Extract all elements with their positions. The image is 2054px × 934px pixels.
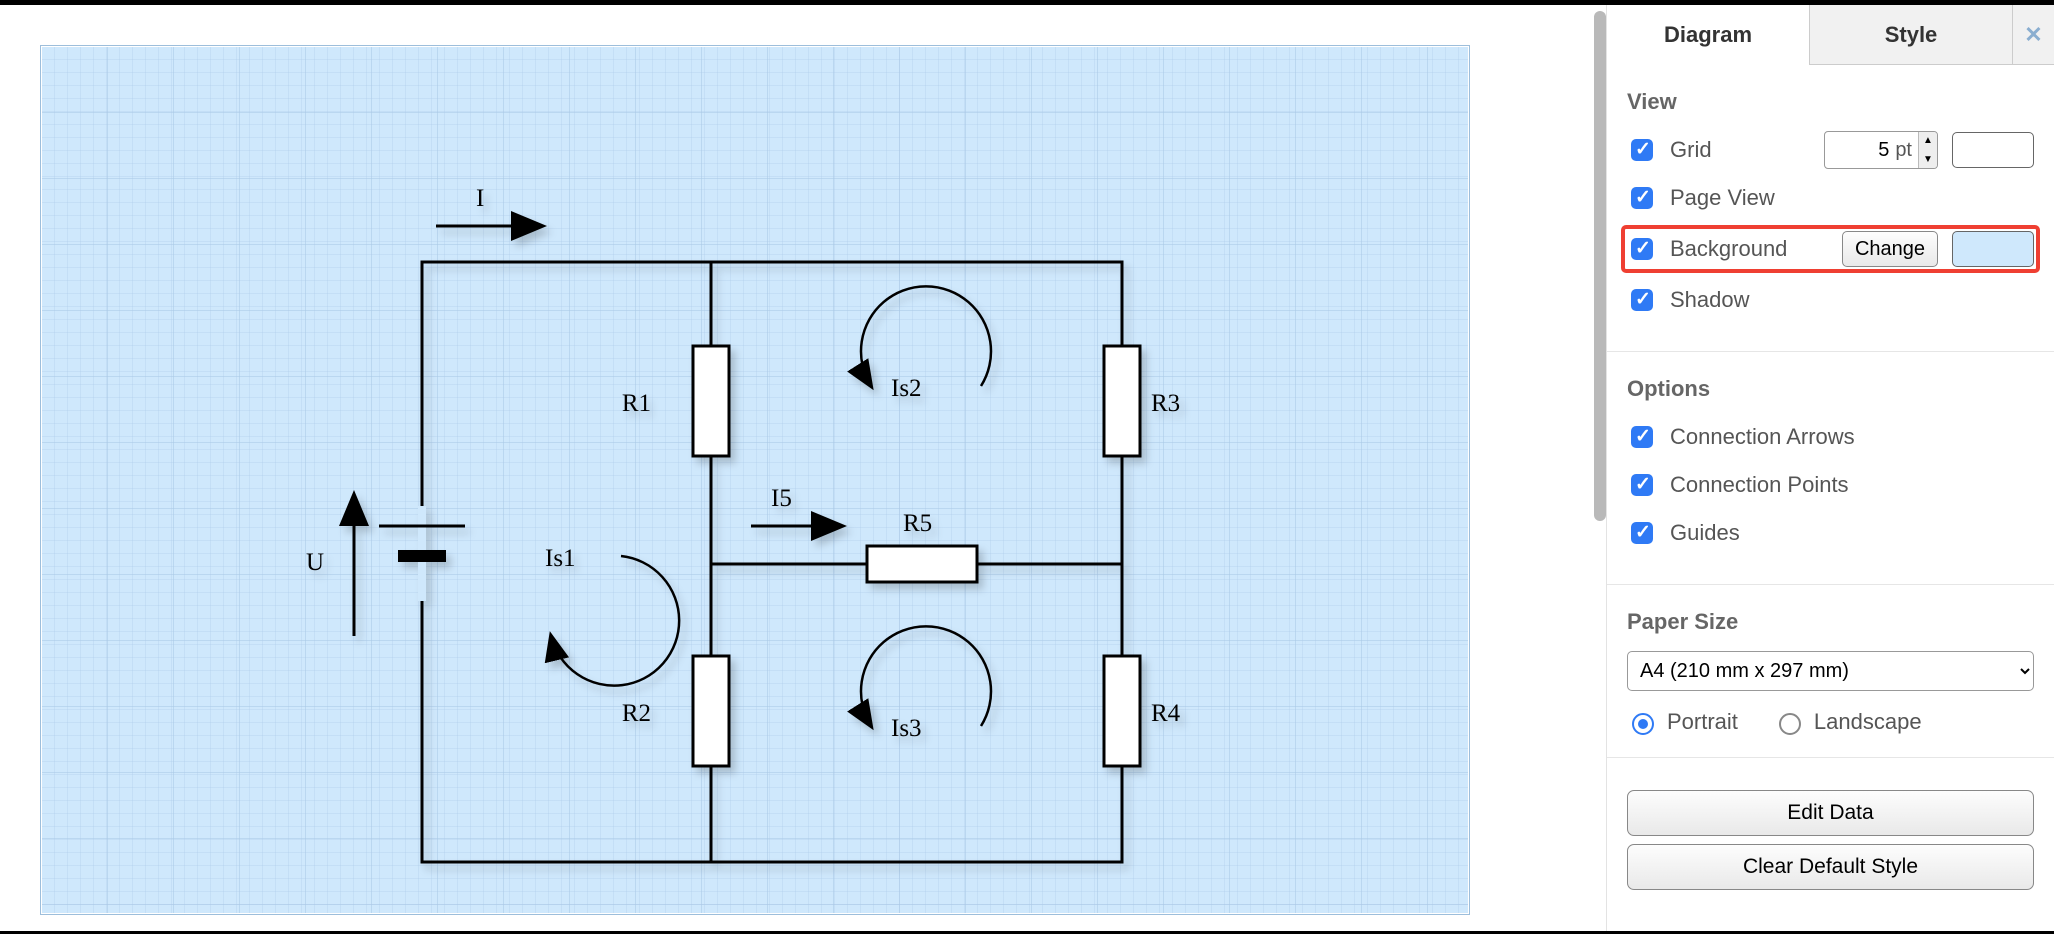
grid-checkbox[interactable] [1631,139,1653,161]
panel-tabs: Diagram Style ✕ [1607,5,2054,65]
app-root: R1 R2 R3 R4 R5 U I I5 Is1 Is2 [0,0,2054,934]
tab-diagram[interactable]: Diagram [1607,5,1810,65]
landscape-label: Landscape [1814,709,1922,735]
conn-arrows-checkbox-label[interactable]: Connection Arrows [1627,423,1855,451]
options-header: Options [1627,376,2034,402]
paper-section: Paper Size A4 (210 mm x 297 mm) Portrait… [1607,585,2054,758]
label-Is2: Is2 [891,375,922,402]
grid-unit: pt [1895,139,1918,162]
background-color-swatch[interactable] [1952,231,2034,267]
grid-step-up[interactable]: ▲ [1919,131,1937,150]
background-checkbox-label[interactable]: Background [1627,235,1787,263]
label-R2: R2 [622,700,651,727]
guides-checkbox[interactable] [1631,522,1653,544]
grid-color-swatch[interactable] [1952,132,2034,168]
guides-label: Guides [1670,520,1740,546]
background-checkbox[interactable] [1631,238,1653,260]
grid-label: Grid [1670,137,1712,163]
vertical-scrollbar[interactable] [1594,11,1606,521]
grid-size-field[interactable] [1825,139,1895,162]
background-label: Background [1670,236,1787,262]
grid-checkbox-label[interactable]: Grid [1627,136,1712,164]
label-R1: R1 [622,390,651,417]
shadow-label: Shadow [1670,287,1750,313]
landscape-radio[interactable] [1779,713,1801,735]
label-U: U [306,549,324,576]
format-panel: Diagram Style ✕ View Grid pt ▲ ▼ [1606,5,2054,931]
canvas-area[interactable]: R1 R2 R3 R4 R5 U I I5 Is1 Is2 [0,5,1606,931]
label-R3: R3 [1151,390,1180,417]
label-R4: R4 [1151,700,1181,727]
options-section: Options Connection Arrows Connection Poi… [1607,352,2054,585]
pageview-checkbox-label[interactable]: Page View [1627,184,1775,212]
pageview-checkbox[interactable] [1631,187,1653,209]
portrait-radio-label[interactable]: Portrait [1627,709,1738,735]
edit-data-button[interactable]: Edit Data [1627,790,2034,836]
label-Is1: Is1 [545,545,576,572]
pageview-label: Page View [1670,185,1775,211]
label-I5: I5 [771,485,792,512]
shadow-checkbox[interactable] [1631,289,1653,311]
clear-default-style-button[interactable]: Clear Default Style [1627,844,2034,890]
label-Is3: Is3 [891,715,922,742]
portrait-radio[interactable] [1632,713,1654,735]
conn-arrows-label: Connection Arrows [1670,424,1855,450]
paper-header: Paper Size [1627,609,2034,635]
conn-points-checkbox-label[interactable]: Connection Points [1627,471,1849,499]
conn-points-label: Connection Points [1670,472,1849,498]
scrollbar-thumb[interactable] [1594,11,1606,521]
tab-style[interactable]: Style [1810,5,2012,65]
background-row-highlight: Background Change [1623,227,2038,271]
paper-size-select[interactable]: A4 (210 mm x 297 mm) [1627,651,2034,691]
grid-size-input[interactable]: pt ▲ ▼ [1824,131,1938,169]
change-background-button[interactable]: Change [1842,231,1938,267]
conn-arrows-checkbox[interactable] [1631,426,1653,448]
label-I: I [476,185,484,212]
view-section: View Grid pt ▲ ▼ [1607,65,2054,352]
portrait-label: Portrait [1667,709,1738,735]
shadow-checkbox-label[interactable]: Shadow [1627,286,1750,314]
close-icon[interactable]: ✕ [2012,5,2054,65]
view-header: View [1627,89,2034,115]
guides-checkbox-label[interactable]: Guides [1627,519,1740,547]
circuit-diagram: R1 R2 R3 R4 R5 U I I5 Is1 Is2 [41,46,1471,916]
landscape-radio-label[interactable]: Landscape [1774,709,1922,735]
grid-step-down[interactable]: ▼ [1919,150,1937,169]
conn-points-checkbox[interactable] [1631,474,1653,496]
actions-section: Edit Data Clear Default Style [1607,758,2054,912]
drawing-page[interactable]: R1 R2 R3 R4 R5 U I I5 Is1 Is2 [40,45,1470,915]
label-R5: R5 [903,510,932,537]
